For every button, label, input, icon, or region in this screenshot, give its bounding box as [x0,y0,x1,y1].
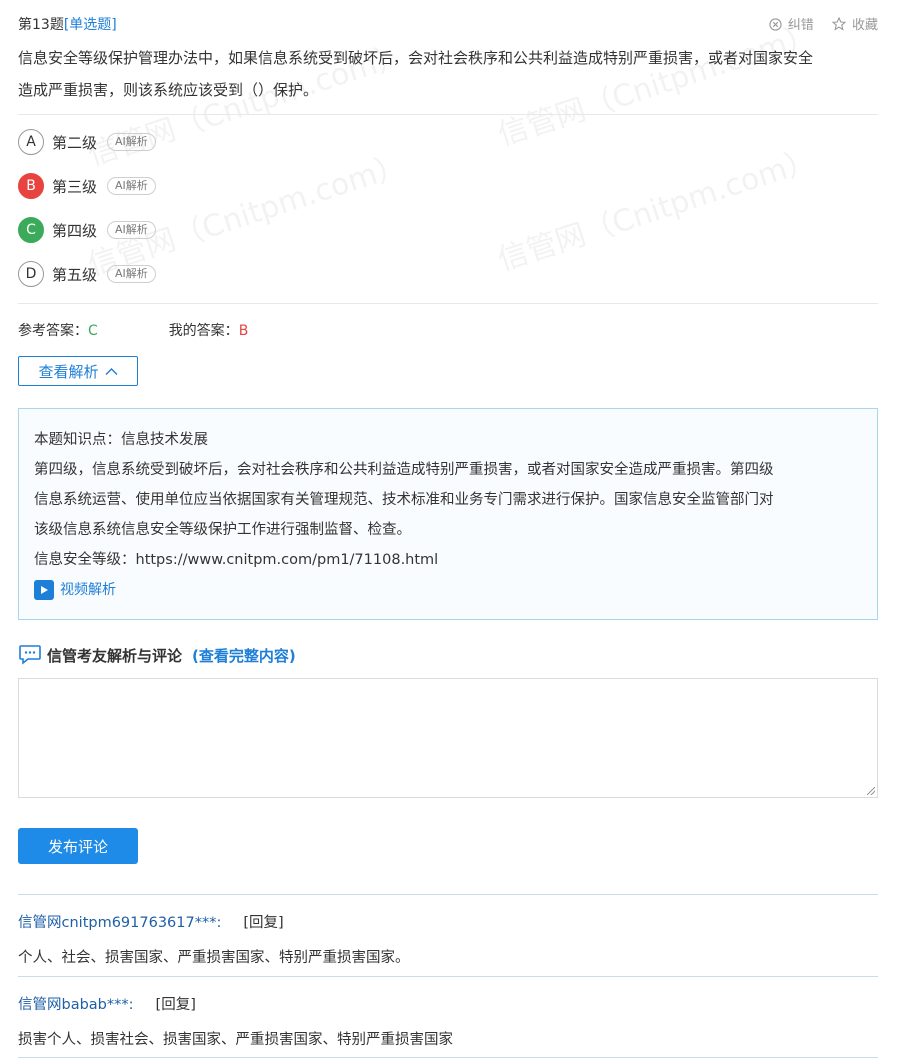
question-text-line: 造成严重损害，则该系统应该受到（）保护。 [18,81,319,99]
option-b[interactable]: B 第三级 AI解析 [18,172,156,200]
question-header: 第13题[单选题] 纠错 收藏 [18,14,878,36]
comment-item: 信管网cnitpm691763617***: [回复] 个人、社会、损害国家、严重… [18,911,878,967]
option-text: 第二级 [52,133,98,152]
ai-analysis-button[interactable]: AI解析 [107,221,156,239]
report-error-button[interactable]: 纠错 [768,18,818,33]
question-number: 第13题 [18,17,64,33]
close-circle-icon [768,18,782,31]
option-letter: C [18,217,44,243]
post-comment-button[interactable]: 发布评论 [18,828,138,864]
comment-input[interactable] [18,678,878,798]
knowledge-point: 本题知识点：信息技术发展 [34,432,208,448]
header-actions: 纠错 收藏 [755,14,878,33]
view-full-content-link[interactable]: (查看完整内容) [192,645,296,666]
question-text-line: 信息安全等级保护管理办法中，如果信息系统受到破坏后，会对社会秩序和公共利益造成特… [18,49,814,67]
video-analysis-label: 视频解析 [60,582,116,598]
comment-body: 损害个人、损害社会、损害国家、严重损害国家、特别严重损害国家 [18,1032,453,1048]
analysis-text-line: 第四级，信息系统受到破坏后，会对社会秩序和公共利益造成特别严重损害，或者对国家安… [34,462,774,478]
report-error-label: 纠错 [787,18,814,33]
option-text: 第四级 [52,221,98,240]
view-analysis-label: 查看解析 [38,362,99,381]
analysis-text-line: 信息系统运营、使用单位应当依据国家有关管理规范、技术标准和业务专门需求进行保护。… [34,492,774,508]
divider [18,114,878,115]
divider [18,303,878,304]
option-text: 第五级 [52,265,98,284]
comments-title: 信管考友解析与评论 [47,646,183,665]
reply-button[interactable]: [回复] [243,915,283,931]
question-text: 信息安全等级保护管理办法中，如果信息系统受到破坏后，会对社会秩序和公共利益造成特… [18,42,878,106]
option-letter: B [18,173,44,199]
ai-analysis-button[interactable]: AI解析 [107,265,156,283]
reply-button[interactable]: [回复] [156,997,196,1013]
chevron-up-icon [105,367,117,375]
comment-username[interactable]: 信管网babab***: [18,997,134,1013]
comment-body: 个人、社会、损害国家、严重损害国家、特别严重损害国家。 [18,950,410,966]
comment-item: 信管网babab***: [回复] 损害个人、损害社会、损害国家、严重损害国家、特… [18,993,878,1049]
favorite-button[interactable]: 收藏 [831,16,878,33]
view-analysis-button[interactable]: 查看解析 [18,356,138,386]
comments-header: 信管考友解析与评论 (查看完整内容) [18,644,296,666]
comment-username[interactable]: 信管网cnitpm691763617***: [18,915,221,931]
ai-analysis-button[interactable]: AI解析 [107,133,156,151]
reference-answer-label: 参考答案： [18,323,88,339]
divider [18,976,878,977]
option-d[interactable]: D 第五级 AI解析 [18,260,156,288]
analysis-panel: 本题知识点：信息技术发展 第四级，信息系统受到破坏后，会对社会秩序和公共利益造成… [18,408,878,620]
question-type: [单选题] [63,17,117,33]
chat-bubble-icon [19,645,41,665]
option-text: 第三级 [52,177,98,196]
my-answer-label: 我的答案： [168,323,239,339]
option-letter: D [18,261,44,287]
divider [18,1057,878,1058]
option-c[interactable]: C 第四级 AI解析 [18,216,156,244]
divider [18,894,878,895]
analysis-reference-link[interactable]: 信息安全等级：https://www.cnitpm.com/pm1/71108.… [34,545,862,575]
my-answer-value: B [238,323,249,339]
analysis-text-line: 该级信息系统信息安全等级保护工作进行强制监督、检查。 [34,522,411,538]
resize-handle[interactable] [867,787,875,795]
play-icon [34,580,54,600]
ai-analysis-button[interactable]: AI解析 [107,177,156,195]
star-icon [831,16,847,31]
option-letter: A [18,129,44,155]
option-a[interactable]: A 第二级 AI解析 [18,128,156,156]
video-analysis-link[interactable]: 视频解析 [34,575,862,605]
watermark: 信管网（Cnitpm.com） [493,142,821,279]
favorite-label: 收藏 [851,18,878,33]
reference-answer-value: C [88,323,98,339]
answer-summary: 参考答案：C 我的答案：B [18,320,248,340]
